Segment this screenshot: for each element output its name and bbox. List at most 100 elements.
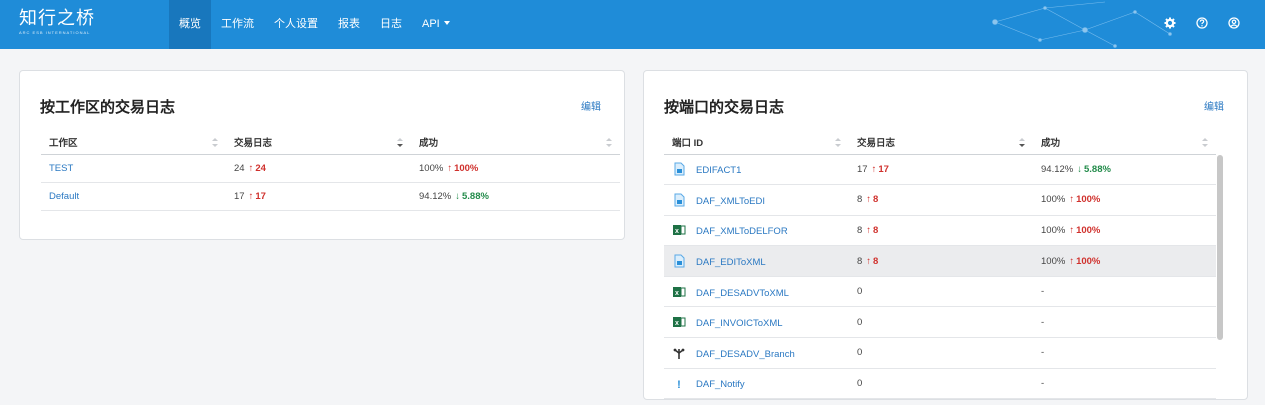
column-header-log[interactable]: 交易日志 [849,130,1033,155]
arrow-up-icon: ↑ [1069,194,1075,206]
sort-icon[interactable] [212,138,218,147]
excel-icon: x [672,223,686,237]
nav-item-overview[interactable]: 概览 [169,0,211,49]
arrow-up-icon: ↑ [866,255,872,267]
column-header-workspace[interactable]: 工作区 [41,130,226,155]
table-header-row: 工作区 交易日志 成功 [41,130,620,155]
table-row[interactable]: DAF_EDIToXML 8 ↑ 8 100% ↑ 100% [664,245,1216,277]
port-link[interactable]: DAF_Notify [696,379,745,390]
branch-icon [672,346,686,360]
port-link[interactable]: DAF_XMLToDELFOR [696,226,788,237]
success-rate: 100% [419,162,444,174]
success-delta: 100% [1076,194,1101,206]
table-row[interactable]: x DAF_XMLToDELFOR 8 ↑ 8 100% ↑ 100% [664,215,1216,247]
column-header-log[interactable]: 交易日志 [226,130,411,155]
arrow-down-icon: ↓ [1077,163,1082,175]
port-link[interactable]: EDIFACT1 [696,165,741,176]
workspace-link[interactable]: Default [49,191,79,202]
workspace-log-card: 按工作区的交易日志 编辑 工作区 交易日志 成功 TEST 24 ↑ 24 100%… [19,70,625,240]
log-delta: 17 [255,190,266,202]
network-decoration [992,1,1172,48]
success-cell: 94.12% ↓ 5.88% [1033,154,1216,186]
port-link[interactable]: DAF_XMLToEDI [696,196,765,207]
column-label: 成功 [419,137,439,149]
success-delta: 5.88% [1083,163,1111,175]
table-row[interactable]: ! DAF_Notify 0 - [664,368,1216,399]
success-delta: 100% [1076,224,1101,236]
help-icon[interactable] [1195,16,1209,30]
workspace-table: 工作区 交易日志 成功 TEST 24 ↑ 24 100% ↑ 100% Default… [41,130,620,211]
arrow-up-icon: ↑ [871,163,877,175]
sort-icon[interactable] [1019,138,1025,147]
sort-icon[interactable] [835,138,841,147]
port-link[interactable]: DAF_EDIToXML [696,257,766,268]
arrow-up-icon: ↑ [866,224,872,236]
success-cell: 100% ↑ 100% [1033,184,1216,216]
success-rate: 94.12% [1041,163,1074,175]
nav-item-workflow[interactable]: 工作流 [211,0,264,49]
log-cell: 0 [849,276,1033,308]
brand-logo[interactable]: 知行之桥 ARC ESB INTERNATIONAL [19,9,95,36]
column-label: 交易日志 [857,137,896,149]
table-row[interactable]: DAF_DESADV_Branch 0 - [664,337,1216,369]
column-label: 端口 ID [672,137,704,149]
success-cell: - [1033,337,1216,369]
table-row[interactable]: EDIFACT1 17 ↑ 17 94.12% ↓ 5.88% [664,154,1216,186]
sort-icon[interactable] [397,138,403,147]
success-delta: 5.88% [461,190,489,202]
notify-icon: ! [672,376,686,391]
log-cell: 24 ↑ 24 [226,154,411,183]
table-row[interactable]: TEST 24 ↑ 24 100% ↑ 100% [41,154,620,183]
success-cell: 94.12% ↓ 5.88% [411,182,620,211]
table-row[interactable]: Default 17 ↑ 17 94.12% ↓ 5.88% [41,182,620,211]
port-link[interactable]: DAF_DESADVToXML [696,288,789,299]
gear-icon[interactable] [1163,16,1177,30]
table-row[interactable]: x DAF_DESADVToXML 0 - [664,276,1216,308]
log-cell: 0 [849,306,1033,339]
log-cell: 8 ↑ 8 [849,184,1033,216]
nav-item-api-label: API [422,18,440,30]
table-row[interactable]: x DAF_INVOICToXML 0 - [664,306,1216,339]
nav-item-personal-settings[interactable]: 个人设置 [264,0,328,49]
column-label: 工作区 [49,137,78,149]
svg-text:!: ! [677,379,681,390]
user-icon[interactable] [1227,16,1241,30]
log-count: 8 [857,194,863,206]
port-link[interactable]: DAF_DESADV_Branch [696,349,795,360]
sort-icon[interactable] [1202,138,1208,147]
log-delta: 8 [873,255,879,267]
success-cell: - [1033,276,1216,308]
log-cell: 8 ↑ 8 [849,245,1033,277]
xml-to-edi-icon [672,193,686,207]
edit-link[interactable]: 编辑 [1204,98,1224,113]
table-row[interactable]: DAF_XMLToEDI 8 ↑ 8 100% ↑ 100% [664,184,1216,216]
column-label: 交易日志 [234,137,273,149]
svg-text:x: x [675,320,679,327]
excel-icon: x [672,315,686,329]
log-cell: 17 ↑ 17 [849,154,1033,186]
nav-item-reports[interactable]: 报表 [328,0,370,49]
nav-item-logs[interactable]: 日志 [370,0,412,49]
edit-link[interactable]: 编辑 [581,98,601,113]
scrollbar-thumb[interactable] [1217,155,1223,340]
scrollbar-track[interactable] [1217,155,1223,340]
column-header-success[interactable]: 成功 [1033,130,1216,155]
column-header-port-id[interactable]: 端口 ID [664,130,849,155]
top-right-icons [1163,16,1241,30]
top-nav-bar: 知行之桥 ARC ESB INTERNATIONAL 概览 工作流 个人设置 报… [0,0,1265,49]
log-count: 17 [234,190,245,202]
edi-to-xml-icon [672,254,686,268]
port-link[interactable]: DAF_INVOICToXML [696,318,783,329]
excel-icon: x [672,285,686,299]
nav-item-api[interactable]: API [412,0,460,49]
sort-icon[interactable] [606,138,612,147]
success-cell: - [1033,368,1216,399]
log-count: 17 [857,163,868,175]
arrow-down-icon: ↓ [455,190,460,202]
log-delta: 8 [873,224,879,236]
column-header-success[interactable]: 成功 [411,130,620,155]
chevron-down-icon [443,21,450,25]
success-rate: 94.12% [419,190,452,202]
table-header-row: 端口 ID 交易日志 成功 [664,130,1216,155]
workspace-link[interactable]: TEST [49,163,73,174]
